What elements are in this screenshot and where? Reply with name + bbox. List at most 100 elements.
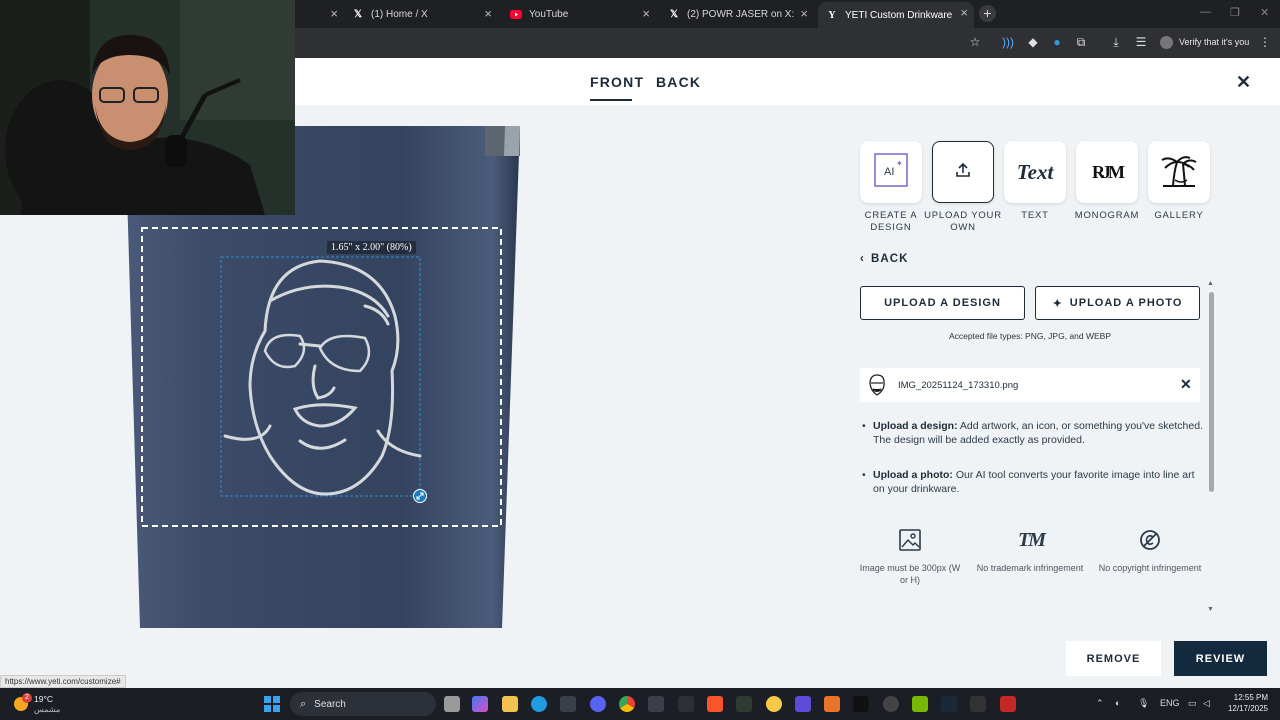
option-label: TEXT <box>1021 210 1049 221</box>
trademark-glyph: TM <box>1018 528 1046 551</box>
rule-text: Image must be 300px (W or H) <box>859 563 961 585</box>
new-tab-button[interactable]: + <box>979 5 996 22</box>
scroll-up-icon[interactable]: ▲ <box>1207 280 1214 287</box>
bullet-upload-photo: Upload a photo: Our AI tool converts you… <box>862 468 1203 496</box>
maximize-icon[interactable]: ❐ <box>1230 6 1240 19</box>
file-thumbnail <box>866 372 888 398</box>
app-icon[interactable] <box>795 696 811 712</box>
gallery-option[interactable] <box>1148 141 1210 203</box>
window-close-icon[interactable]: ✕ <box>1260 6 1269 19</box>
star-icon[interactable]: ☆ <box>967 34 983 50</box>
app-icon[interactable] <box>883 696 899 712</box>
option-label: CREATE A DESIGN <box>864 210 918 233</box>
chrome-icon[interactable] <box>619 696 635 712</box>
browser-tab-yeti[interactable]: Y YETI Custom Drinkware × <box>818 2 974 28</box>
option-label: MONOGRAM <box>1074 210 1140 221</box>
bullet-title: Upload a photo: <box>873 469 953 481</box>
remove-file-icon[interactable]: ✕ <box>1180 376 1192 393</box>
remove-button[interactable]: REMOVE <box>1066 641 1161 676</box>
text-option[interactable]: Text <box>1004 141 1066 203</box>
weather-widget[interactable]: 2 19°C مشمس <box>14 693 74 715</box>
notification-badge: 2 <box>22 693 32 703</box>
tray-icon[interactable]: ◐ <box>1115 698 1120 708</box>
brave-icon[interactable] <box>707 696 723 712</box>
steam-icon[interactable] <box>941 696 957 712</box>
nvidia-icon[interactable] <box>912 696 928 712</box>
network-icon[interactable]: ▭ <box>1188 698 1197 709</box>
active-tab-underline <box>590 99 632 101</box>
tab-front[interactable]: FRONT <box>590 74 644 90</box>
trademark-icon: TM <box>1014 528 1048 552</box>
accepted-file-types: Accepted file types: PNG, JPG, and WEBP <box>948 331 1112 341</box>
back-link[interactable]: ‹ BACK <box>860 253 909 265</box>
date: 12/17/2025 <box>1227 704 1268 713</box>
browser-icon[interactable] <box>648 696 664 712</box>
file-explorer-icon[interactable] <box>502 696 518 712</box>
tiktok-icon[interactable] <box>853 696 869 712</box>
profile-label: Verify that it's you <box>1179 37 1250 47</box>
file-name: IMG_20251124_173310.png <box>898 380 1019 391</box>
profile-button[interactable]: Verify that it's you <box>1160 33 1249 51</box>
microphone-icon[interactable]: 🎙 <box>1138 698 1149 709</box>
store-icon[interactable] <box>560 696 576 712</box>
windows-start-icon[interactable] <box>264 696 280 712</box>
app-icon[interactable] <box>766 696 782 712</box>
scrollbar[interactable] <box>1209 292 1214 492</box>
svg-text:AI: AI <box>884 166 894 178</box>
palm-tree-icon <box>1159 152 1199 193</box>
upload-photo-label: UPLOAD A PHOTO <box>1069 297 1183 309</box>
app-icon[interactable] <box>678 696 694 712</box>
discord-icon[interactable] <box>590 696 606 712</box>
app-icon[interactable] <box>970 696 986 712</box>
chevron-up-icon[interactable]: ⌃ <box>1096 698 1104 709</box>
tab-close-icon[interactable]: × <box>642 6 650 21</box>
menu-icon[interactable]: ⋮ <box>1257 34 1273 50</box>
taskbar-search[interactable]: ⌕ Search <box>290 692 436 716</box>
ai-icon: AI ✦ <box>874 152 908 192</box>
browser-tab-powr-jaser[interactable]: 𝕏 (2) POWR JASER on X: "السيفر × <box>660 3 814 25</box>
browser-tab-youtube[interactable]: YouTube × <box>502 3 656 25</box>
tab-close-icon[interactable]: × <box>800 6 808 21</box>
avatar <box>1160 35 1173 49</box>
webcam-overlay <box>0 0 295 215</box>
edge-icon[interactable] <box>531 696 547 712</box>
minimize-icon[interactable]: — <box>1200 6 1211 18</box>
upload-your-own-option[interactable] <box>932 141 994 203</box>
volume-icon[interactable]: ◁ <box>1203 698 1210 709</box>
read-aloud-icon[interactable]: ))) <box>1000 34 1016 50</box>
reading-list-icon[interactable]: ☰ <box>1133 34 1149 50</box>
download-icon[interactable]: ⤓ <box>1108 34 1124 50</box>
task-view-icon[interactable] <box>444 696 460 712</box>
youtube-icon <box>510 8 522 20</box>
upload-design-button[interactable]: UPLOAD A DESIGN <box>860 286 1025 320</box>
option-label: GALLERY <box>1154 210 1204 221</box>
browser-tab-x-home[interactable]: 𝕏 (1) Home / X × <box>344 3 498 25</box>
create-design-option[interactable]: AI ✦ <box>860 141 922 203</box>
close-icon[interactable]: ✕ <box>1236 72 1251 93</box>
bullet-title: Upload a design: <box>873 420 958 432</box>
tab-close-icon[interactable]: × <box>484 6 492 21</box>
tab-close-icon[interactable]: × <box>330 6 338 21</box>
clock[interactable]: 12:55 PM 12/17/2025 <box>1222 692 1268 714</box>
app-icon[interactable] <box>736 696 752 712</box>
browser-tab-hidden[interactable]: × <box>296 3 344 25</box>
monogram-option[interactable]: RJM <box>1076 141 1138 203</box>
tab-close-icon[interactable]: × <box>960 5 968 20</box>
extension-icon[interactable]: ◆ <box>1025 34 1041 50</box>
tab-label: YouTube <box>529 8 569 20</box>
screen: × 𝕏 (1) Home / X × YouTube × 𝕏 (2) POWR … <box>0 0 1280 720</box>
copilot-icon[interactable] <box>472 696 488 712</box>
upload-photo-button[interactable]: ✦ UPLOAD A PHOTO <box>1035 286 1200 320</box>
time: 12:55 PM <box>1233 693 1268 702</box>
tab-back[interactable]: BACK <box>656 74 701 90</box>
app-icon[interactable] <box>824 696 840 712</box>
text-icon: Text <box>1016 159 1054 184</box>
extension-icon[interactable]: ● <box>1049 34 1065 50</box>
option-label: UPLOAD YOUR OWN <box>924 210 1002 233</box>
extensions-puzzle-icon[interactable]: ⧉ <box>1073 34 1089 50</box>
scroll-down-icon[interactable]: ▼ <box>1207 606 1214 613</box>
review-button[interactable]: REVIEW <box>1174 641 1267 676</box>
language-indicator[interactable]: ENG <box>1160 698 1180 708</box>
mcafee-icon[interactable] <box>1000 696 1016 712</box>
upload-icon <box>954 161 972 184</box>
